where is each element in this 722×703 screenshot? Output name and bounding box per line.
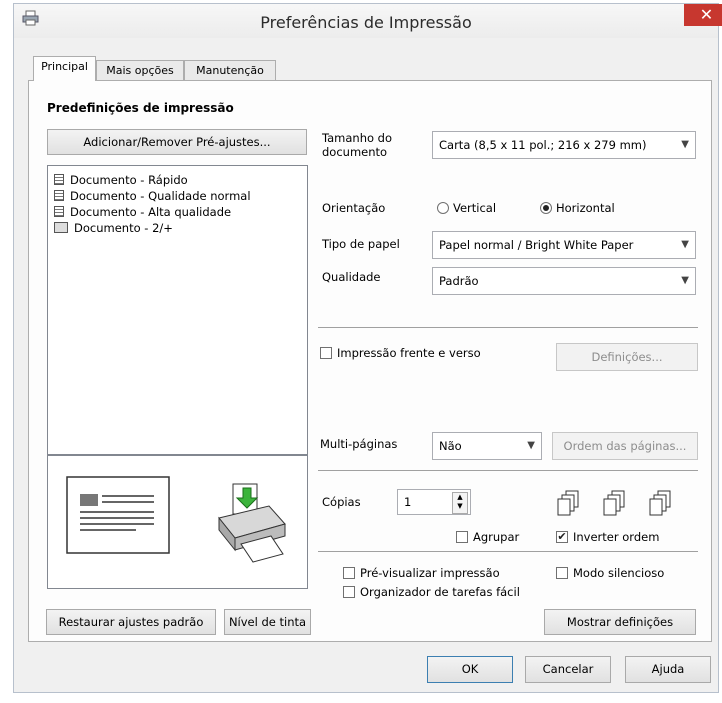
presets-list[interactable]: Documento - Rápido Documento - Qualidade… — [47, 165, 308, 455]
multipage-select[interactable]: Não ▼ — [432, 432, 542, 460]
orientation-vertical-label[interactable]: Vertical — [453, 201, 496, 215]
collate-order-icon — [557, 490, 671, 516]
orientation-horizontal-radio[interactable] — [540, 202, 552, 214]
quality-label: Qualidade — [322, 270, 381, 284]
reverse-order-checkbox[interactable]: ✔ — [556, 531, 568, 543]
list-item[interactable]: Documento - Qualidade normal — [54, 188, 251, 204]
paper-type-select[interactable]: Papel normal / Bright White Paper ▼ — [432, 231, 696, 259]
duplex-label[interactable]: Impressão frente e verso — [337, 346, 481, 360]
two-sided-icon — [54, 222, 68, 233]
restore-defaults-button[interactable]: Restaurar ajustes padrão — [46, 609, 216, 635]
ink-level-button[interactable]: Nível de tinta — [224, 609, 311, 635]
document-size-select[interactable]: Carta (8,5 x 11 pol.; 216 x 279 mm) ▼ — [432, 131, 696, 159]
task-organizer-label[interactable]: Organizador de tarefas fácil — [360, 585, 520, 599]
preview-label[interactable]: Pré-visualizar impressão — [360, 566, 500, 580]
document-icon — [54, 174, 64, 185]
printer-paper-icon — [218, 483, 286, 563]
duplex-checkbox[interactable] — [320, 347, 332, 359]
multipage-label: Multi-páginas — [320, 437, 398, 451]
reverse-order-label[interactable]: Inverter ordem — [573, 530, 659, 544]
document-icon — [54, 206, 64, 217]
ok-button[interactable]: OK — [427, 656, 513, 683]
task-organizer-checkbox[interactable] — [343, 586, 355, 598]
chevron-down-icon: ▼ — [681, 239, 689, 250]
list-item[interactable]: Documento - Alta qualidade — [54, 204, 231, 220]
chevron-down-icon: ▼ — [527, 440, 535, 451]
presets-heading: Predefinições de impressão — [47, 101, 234, 115]
orientation-vertical-radio[interactable] — [437, 202, 449, 214]
silent-mode-label[interactable]: Modo silencioso — [573, 566, 664, 580]
print-preview — [47, 455, 308, 589]
paper-type-label: Tipo de papel — [322, 237, 400, 251]
copies-spinner[interactable]: 1 ▲ ▼ — [397, 489, 471, 515]
tab-principal[interactable]: Principal — [33, 56, 96, 81]
orientation-label: Orientação — [322, 201, 386, 215]
collate-checkbox[interactable] — [456, 531, 468, 543]
quality-select[interactable]: Padrão ▼ — [432, 267, 696, 295]
duplex-settings-button[interactable]: Definições... — [556, 343, 698, 371]
close-button[interactable]: ✕ — [684, 4, 722, 26]
show-settings-button[interactable]: Mostrar definições — [544, 609, 696, 635]
help-button[interactable]: Ajuda — [625, 656, 711, 683]
add-remove-presets-button[interactable]: Adicionar/Remover Pré-ajustes... — [47, 129, 307, 155]
chevron-down-icon: ▼ — [681, 139, 689, 150]
orientation-horizontal-label[interactable]: Horizontal — [556, 201, 615, 215]
cancel-button[interactable]: Cancelar — [525, 656, 611, 683]
silent-mode-checkbox[interactable] — [556, 567, 568, 579]
preview-checkbox[interactable] — [343, 567, 355, 579]
document-icon — [54, 190, 64, 201]
collate-label[interactable]: Agrupar — [473, 530, 519, 544]
divider — [318, 551, 698, 552]
document-size-label: Tamanho do documento — [322, 131, 393, 159]
spinner-arrows-icon[interactable]: ▲ ▼ — [452, 492, 468, 514]
title-bar: Preferências de Impressão ✕ — [14, 4, 722, 38]
divider — [318, 470, 698, 471]
tab-mais-opcoes[interactable]: Mais opções — [96, 60, 184, 80]
list-item[interactable]: Documento - Rápido — [54, 172, 188, 188]
list-item[interactable]: Documento - 2/+ — [54, 220, 173, 236]
page-order-button[interactable]: Ordem das páginas... — [552, 432, 698, 460]
chevron-down-icon: ▼ — [681, 275, 689, 286]
window-title: Preferências de Impressão — [260, 13, 472, 32]
copies-label: Cópias — [322, 495, 361, 509]
page-preview-icon — [66, 476, 170, 554]
divider — [318, 327, 698, 328]
tab-manutencao[interactable]: Manutenção — [184, 60, 276, 80]
